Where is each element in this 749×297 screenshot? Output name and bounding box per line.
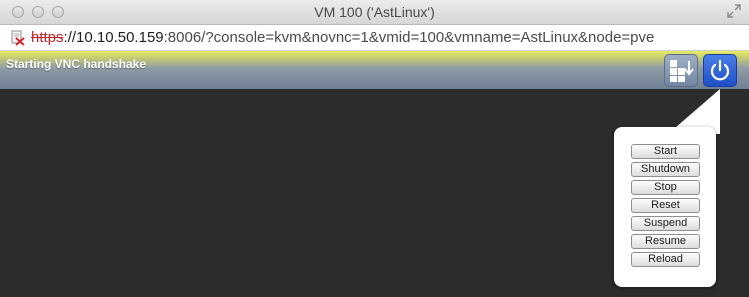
resume-button[interactable]: Resume (631, 234, 700, 249)
title-bar: VM 100 ('AstLinux') (0, 0, 749, 25)
power-menu: Start Shutdown Stop Reset Suspend Resume… (614, 127, 716, 287)
reload-button[interactable]: Reload (631, 252, 700, 267)
url-host: 10.10.50.159 (76, 29, 164, 46)
fullscreen-icon[interactable] (727, 4, 741, 18)
browser-window: VM 100 ('AstLinux') https://10.10.50.159… (0, 0, 749, 297)
url-text[interactable]: https://10.10.50.159:8006/?console=kvm&n… (31, 29, 654, 46)
shutdown-button[interactable]: Shutdown (631, 162, 700, 177)
window-title: VM 100 ('AstLinux') (314, 4, 435, 20)
stop-button[interactable]: Stop (631, 180, 700, 195)
start-button[interactable]: Start (631, 144, 700, 159)
send-keys-button[interactable] (664, 54, 698, 87)
power-icon (710, 59, 730, 81)
power-button[interactable] (703, 54, 737, 87)
url-path: :8006/?console=kvm&novnc=1&vmid=100&vmna… (163, 29, 655, 46)
address-bar[interactable]: https://10.10.50.159:8006/?console=kvm&n… (0, 25, 749, 51)
suspend-button[interactable]: Suspend (631, 216, 700, 231)
certificate-error-icon[interactable] (10, 30, 26, 46)
url-separator: :// (63, 29, 77, 46)
url-scheme: https (31, 29, 64, 46)
vnc-status-text: Starting VNC handshake (6, 57, 147, 71)
send-keys-icon (670, 60, 694, 82)
reset-button[interactable]: Reset (631, 198, 700, 213)
vnc-status-bar: Starting VNC handshake (0, 51, 749, 89)
